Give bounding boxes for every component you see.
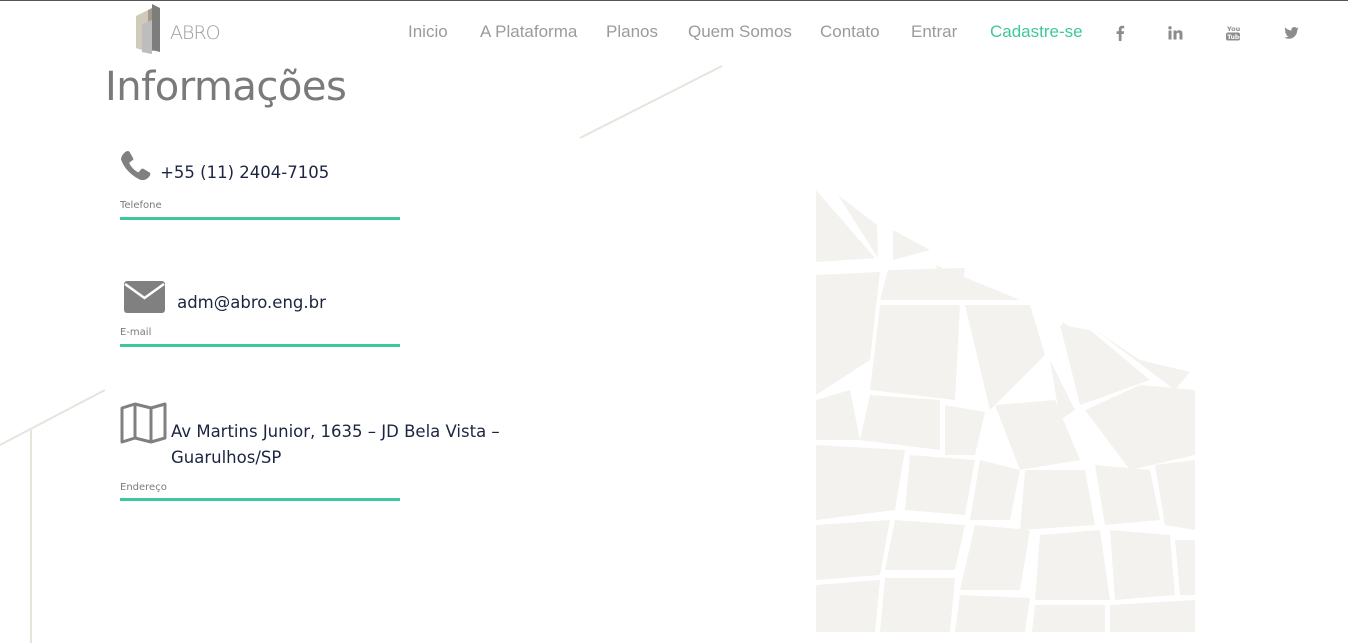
page-title: Informações	[105, 64, 347, 110]
phone-icon	[120, 150, 153, 188]
nav-a-plataforma[interactable]: A Plataforma	[480, 22, 577, 42]
address-underline	[120, 498, 400, 501]
nav-inicio[interactable]: Inicio	[408, 22, 448, 42]
facebook-icon[interactable]	[1110, 23, 1130, 43]
address-label: Endereço	[120, 482, 167, 493]
address-value[interactable]: Av Martins Junior, 1635 – JD Bela Vista …	[120, 402, 520, 471]
info-email: adm@abro.eng.br E-mail	[120, 280, 520, 352]
phone-value[interactable]: +55 (11) 2404-7105	[160, 163, 329, 182]
nav-planos[interactable]: Planos	[606, 22, 658, 42]
svg-text:Tube: Tube	[1227, 34, 1241, 41]
city-map-illustration	[816, 190, 1195, 632]
phone-underline	[120, 217, 400, 220]
linkedin-icon[interactable]	[1165, 23, 1185, 43]
email-label: E-mail	[120, 327, 152, 338]
logo-text: ABRO	[170, 22, 221, 44]
nav-entrar[interactable]: Entrar	[911, 22, 957, 42]
envelope-icon	[123, 280, 166, 318]
nav-cadastre-se[interactable]: Cadastre-se	[990, 22, 1083, 42]
phone-label: Telefone	[120, 200, 162, 211]
svg-text:You: You	[1226, 25, 1241, 33]
email-underline	[120, 344, 400, 347]
map-icon	[120, 402, 167, 448]
twitter-icon[interactable]	[1281, 23, 1301, 43]
info-address: Av Martins Junior, 1635 – JD Bela Vista …	[120, 402, 520, 502]
youtube-icon[interactable]: YouTube	[1223, 23, 1243, 43]
nav-quem-somos[interactable]: Quem Somos	[688, 22, 792, 42]
nav-contato[interactable]: Contato	[820, 22, 880, 42]
email-value[interactable]: adm@abro.eng.br	[177, 293, 326, 312]
info-phone: +55 (11) 2404-7105 Telefone	[120, 150, 520, 222]
